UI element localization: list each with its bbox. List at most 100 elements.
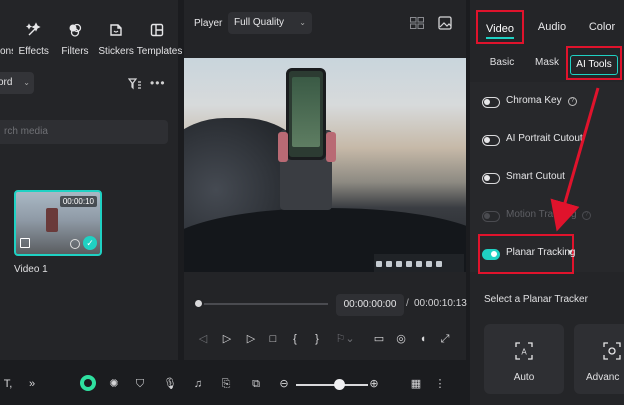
timeline-toolbar: T, » ✺ ⛉ 🎙 ♫ ⎘ ⧉ ⊖ ⊕ ▦ ⋮ <box>0 362 470 405</box>
playback-progress-bar[interactable] <box>193 298 328 309</box>
zoom-in-icon[interactable]: ⊕ <box>366 376 382 392</box>
tab-templates-label: Templates <box>136 46 183 57</box>
tab-media-label: ons <box>0 46 13 57</box>
smart-cutout-label: Smart Cutout <box>506 171 565 182</box>
search-media-placeholder: rch media <box>4 126 48 137</box>
filter-sort-icon[interactable] <box>128 77 142 91</box>
tab-effects-label: Effects <box>18 46 49 57</box>
ai-tool-smart-cutout: Smart Cutout <box>482 170 620 190</box>
tab-effects[interactable]: Effects <box>13 0 54 62</box>
shield-marker-icon[interactable]: ⛉ <box>132 376 148 392</box>
preview-phone-shape <box>286 68 326 160</box>
playhead-knob[interactable] <box>193 298 204 309</box>
tracker-auto-label: Auto <box>513 372 535 383</box>
previous-frame-icon[interactable]: ◁ <box>196 332 210 346</box>
text-tool-icon[interactable]: T, <box>0 376 16 392</box>
subtab-ai-tools-label: AI Tools <box>570 55 618 75</box>
chevron-down-icon[interactable]: ▾ <box>568 247 573 258</box>
current-time-field[interactable]: 00:00:00:00 <box>336 294 404 316</box>
tab-media[interactable]: ons <box>0 0 13 62</box>
properties-panel: Video Audio Color Basic Mask AI Tools Ch… <box>470 0 624 405</box>
help-icon: ? <box>582 211 591 220</box>
music-note-icon[interactable]: ♫ <box>190 376 206 392</box>
clip-duration: 00:00:10 <box>59 196 97 207</box>
tab-filters[interactable]: Filters <box>54 0 95 62</box>
record-dropdown-value: ord <box>0 77 13 88</box>
tracker-auto-card[interactable]: A Auto <box>484 324 564 394</box>
tab-video[interactable]: Video <box>476 10 524 44</box>
marker-dropdown-icon[interactable]: ⚐⌄ <box>334 332 356 346</box>
volume-icon[interactable]: ◖ <box>416 332 430 346</box>
portrait-cutout-toggle[interactable] <box>482 135 500 146</box>
film-icon <box>20 238 30 248</box>
tracker-advanced-label: Advanc <box>586 372 620 383</box>
stop-icon[interactable]: □ <box>266 332 280 346</box>
chroma-key-toggle[interactable] <box>482 97 500 108</box>
tab-color[interactable]: Color <box>586 10 618 44</box>
tab-audio[interactable]: Audio <box>534 10 570 44</box>
split-view-icon[interactable]: ⧉ <box>248 376 264 392</box>
subtab-basic[interactable]: Basic <box>484 46 520 80</box>
subtab-ai-tools[interactable]: AI Tools <box>566 46 622 80</box>
clip-name: Video 1 <box>14 264 48 275</box>
tab-templates[interactable]: Templates <box>136 0 183 62</box>
help-icon[interactable]: ? <box>568 97 577 106</box>
video-preview[interactable] <box>184 58 466 272</box>
media-clip-thumbnail[interactable]: 00:00:10 ✓ <box>14 190 102 256</box>
tab-stickers-label: Stickers <box>98 46 134 57</box>
planar-tracker-section-label: Select a Planar Tracker <box>484 294 588 305</box>
chevron-down-icon: ⌄ <box>23 78 30 87</box>
layout-grid-icon[interactable]: ▦ <box>408 376 424 392</box>
preview-clamp-left <box>278 132 288 162</box>
media-library-panel: ons Effects Filters Stickers Templates o… <box>0 0 183 360</box>
record-dropdown[interactable]: ord ⌄ <box>0 72 34 94</box>
zoom-out-icon[interactable]: ⊖ <box>276 376 292 392</box>
ai-tool-planar-tracking: Planar Tracking ▾ <box>482 246 620 266</box>
smart-cutout-toggle[interactable] <box>482 173 500 184</box>
quality-value: Full Quality <box>234 17 285 28</box>
grid-view-icon[interactable] <box>410 17 424 29</box>
snapshot-image-icon[interactable] <box>438 16 452 30</box>
preview-dash-lights <box>374 254 464 272</box>
preview-clamp-right <box>326 132 336 162</box>
auto-track-icon: A <box>515 342 533 360</box>
step-forward-icon[interactable]: ▷ <box>220 332 234 346</box>
ai-tool-chroma-key: Chroma Key ? <box>482 94 620 114</box>
templates-icon <box>151 23 164 37</box>
planar-tracking-toggle[interactable] <box>482 249 500 260</box>
more-options-icon[interactable]: ••• <box>150 76 166 90</box>
filters-icon <box>69 23 82 37</box>
clip-status-icon <box>70 239 80 249</box>
preview-phone-screen <box>292 77 320 147</box>
microphone-icon[interactable]: 🎙 <box>162 376 178 392</box>
svg-text:A: A <box>521 348 527 357</box>
play-icon[interactable]: ▷ <box>244 332 258 346</box>
auto-enhance-icon[interactable]: ✺ <box>106 376 122 392</box>
tab-filters-label: Filters <box>61 46 89 57</box>
ai-assistant-icon[interactable] <box>80 375 96 391</box>
effects-icon <box>25 22 41 36</box>
more-tools-icon[interactable]: » <box>24 376 40 392</box>
planar-tracking-label: Planar Tracking <box>506 247 576 258</box>
player-label: Player <box>194 18 223 29</box>
chevron-down-icon: ⌄ <box>299 18 306 27</box>
subtab-mask[interactable]: Mask <box>532 46 562 80</box>
motion-tracking-label: Motion Tracking <box>506 209 577 220</box>
clip-settings-icon[interactable]: ⎘ <box>218 376 234 392</box>
tab-stickers[interactable]: Stickers <box>96 0 137 62</box>
clip-preview-image <box>46 208 58 232</box>
tracker-advanced-card[interactable]: Advanc <box>574 324 624 394</box>
mark-out-icon[interactable]: } <box>310 332 324 346</box>
toolbar-options-icon[interactable]: ⋮ <box>432 376 448 392</box>
zoom-slider-knob[interactable] <box>334 379 345 390</box>
quality-dropdown[interactable]: Full Quality ⌄ <box>228 12 312 34</box>
player-panel: Player Full Quality ⌄ 00:00:00:00 / 00:0… <box>184 0 467 360</box>
player-header: Player Full Quality ⌄ <box>184 0 466 46</box>
camera-snapshot-icon[interactable]: ◎ <box>394 332 408 346</box>
zoom-slider[interactable] <box>296 384 368 386</box>
display-icon[interactable]: ▭ <box>372 332 386 346</box>
fullscreen-icon[interactable]: ⤢ <box>438 332 452 346</box>
time-separator: / <box>406 298 409 309</box>
mark-in-icon[interactable]: { <box>288 332 302 346</box>
search-media-input[interactable]: rch media <box>0 120 168 144</box>
